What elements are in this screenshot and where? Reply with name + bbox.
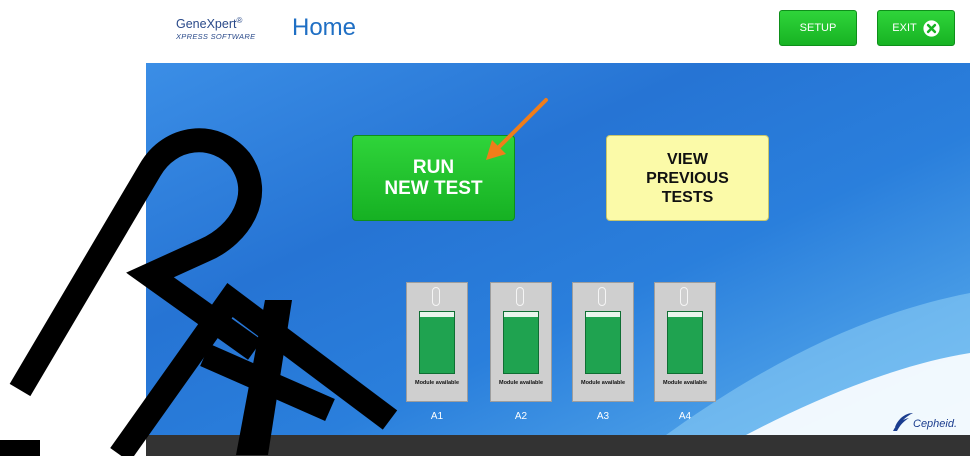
module-label-a3: A3: [596, 411, 610, 422]
view-label-line3: TESTS: [661, 188, 714, 206]
module-status: Module available: [580, 380, 625, 386]
logo-line2: XPRESS SOFTWARE: [176, 32, 256, 41]
header-bar: GeneXpert® XPRESS SOFTWARE Home SETUP EX…: [0, 0, 970, 63]
cepheid-logo: Cepheid.: [891, 411, 970, 435]
module-a2[interactable]: Module available: [490, 282, 552, 402]
module-a1[interactable]: Module available: [406, 282, 468, 402]
cepheid-brand-text: Cepheid.: [913, 418, 958, 430]
module-label-a2: A2: [514, 411, 528, 422]
module-slot: [680, 287, 688, 306]
cepheid-logo-icon: [893, 413, 913, 431]
module-a3[interactable]: Module available: [572, 282, 634, 402]
module-cartridge: [419, 311, 455, 374]
module-label-a1: A1: [430, 411, 444, 422]
pointer-arrow-icon: [486, 98, 548, 160]
module-status: Module available: [662, 380, 707, 386]
module-cartridge: [503, 311, 539, 374]
genexpert-logo: GeneXpert® XPRESS SOFTWARE: [176, 16, 276, 50]
exit-button[interactable]: EXIT: [877, 10, 955, 46]
setup-button[interactable]: SETUP: [779, 10, 857, 46]
logo-line1: GeneXpert®: [176, 16, 243, 32]
exit-label: EXIT: [892, 22, 917, 34]
module-cartridge: [667, 311, 703, 374]
module-status: Module available: [498, 380, 543, 386]
main-panel: RUN NEW TEST VIEW PREVIOUS TESTS Module …: [146, 63, 970, 435]
background-swoosh: [666, 293, 970, 435]
page-title: Home: [292, 14, 357, 41]
module-slot: [516, 287, 524, 306]
module-cartridge: [585, 311, 621, 374]
module-slot: [432, 287, 440, 306]
module-slot: [598, 287, 606, 306]
module-status: Module available: [414, 380, 459, 386]
x-circle-icon: [923, 19, 940, 37]
setup-label: SETUP: [799, 22, 837, 34]
module-label-a4: A4: [678, 411, 692, 422]
run-label-line1: RUN: [412, 157, 455, 178]
module-a4[interactable]: Module available: [654, 282, 716, 402]
view-previous-tests-button[interactable]: VIEW PREVIOUS TESTS: [606, 135, 769, 221]
view-label-line1: VIEW: [667, 150, 708, 168]
footer-bar: [146, 435, 970, 456]
run-label-line2: NEW TEST: [384, 178, 483, 199]
view-label-line2: PREVIOUS: [646, 169, 729, 187]
